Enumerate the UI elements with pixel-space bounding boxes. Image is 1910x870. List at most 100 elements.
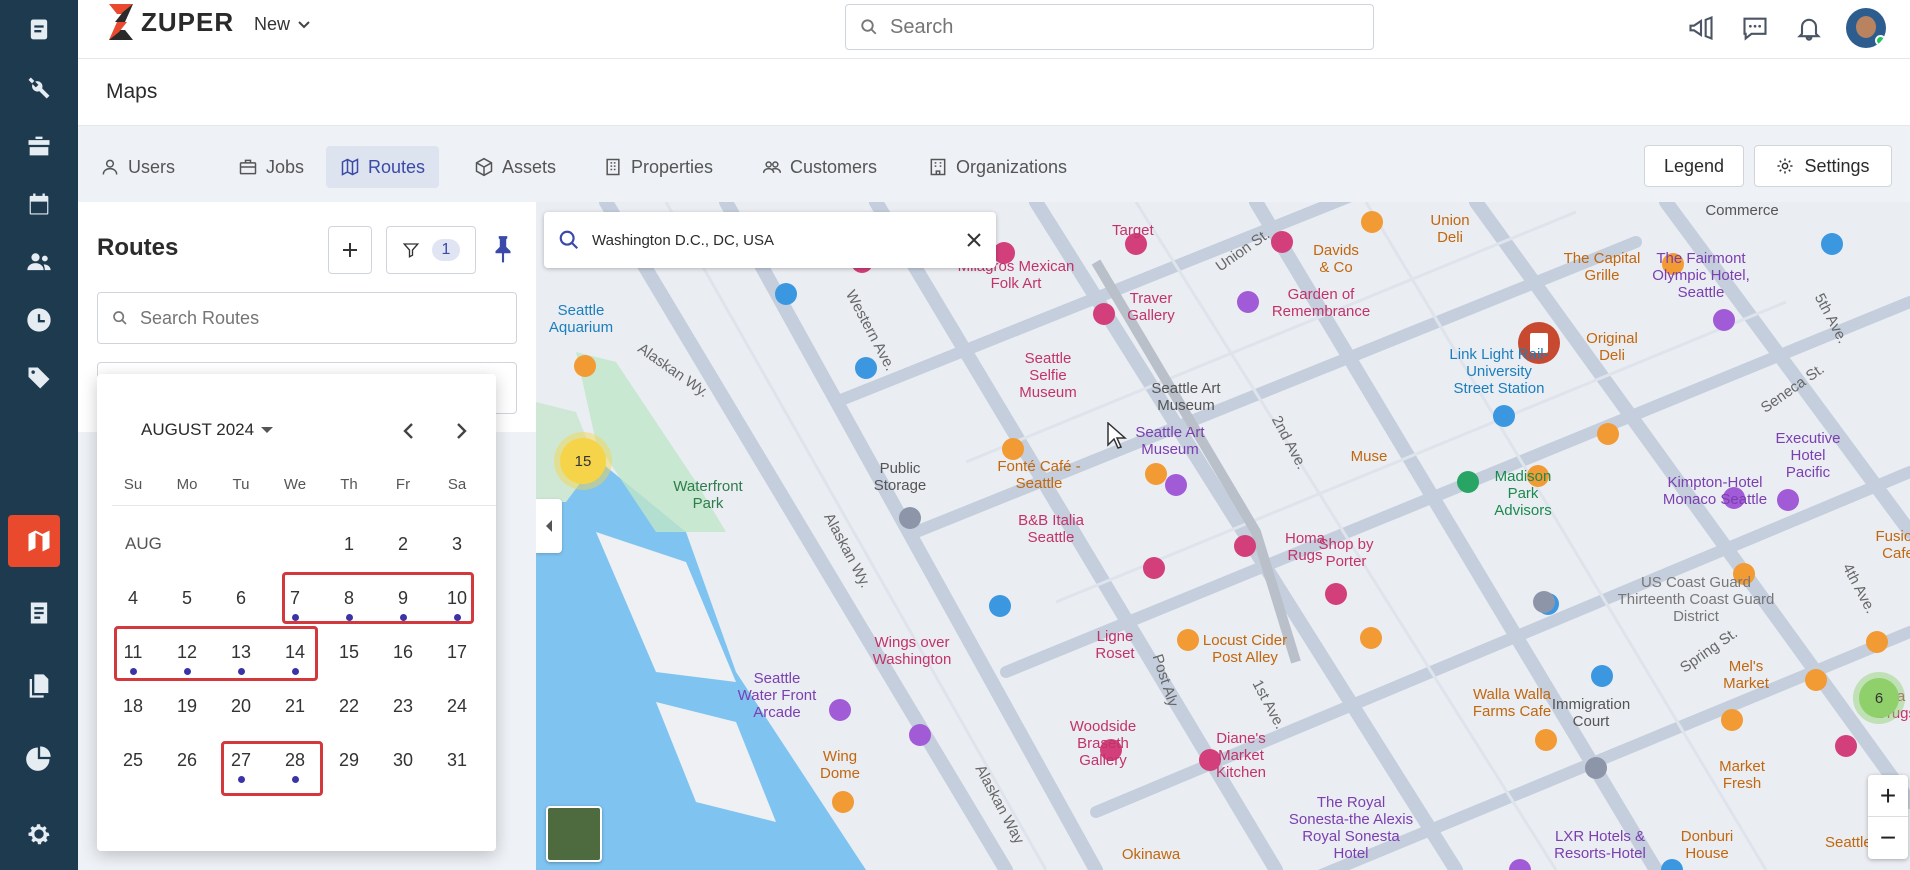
calendar-day[interactable]: 25 — [106, 750, 160, 794]
calendar-day[interactable]: 23 — [376, 696, 430, 740]
rail-inventory-icon[interactable] — [0, 118, 78, 174]
calendar-day[interactable]: 15 — [322, 642, 376, 686]
calendar-day[interactable]: 11 — [106, 642, 160, 686]
calendar-day[interactable]: 19 — [160, 696, 214, 740]
map-label: Union Deli — [1430, 212, 1470, 246]
tab-users[interactable]: Users — [86, 146, 189, 188]
tab-jobs[interactable]: Jobs — [224, 146, 318, 188]
calendar-day[interactable]: 13 — [214, 642, 268, 686]
calendar-day[interactable]: 2 — [376, 534, 430, 578]
global-search-box[interactable] — [845, 4, 1374, 50]
previous-month-button[interactable] — [393, 416, 423, 446]
rail-jobs-icon[interactable] — [0, 2, 78, 58]
zuper-logo[interactable]: ZUPER — [105, 2, 234, 42]
satellite-toggle[interactable] — [546, 806, 602, 862]
briefcase-icon — [239, 159, 257, 175]
map-cluster-marker[interactable]: 15 — [560, 438, 606, 484]
legend-button[interactable]: Legend — [1644, 145, 1744, 187]
announcement-icon[interactable] — [1674, 6, 1728, 50]
map-label: Muse — [1350, 448, 1388, 465]
calendar-day-number: 20 — [230, 696, 252, 716]
map-label: Wing Dome — [819, 748, 860, 782]
calendar-day-number: 12 — [176, 642, 198, 662]
pin-icon[interactable] — [490, 234, 516, 264]
calendar-day[interactable]: 7 — [268, 588, 322, 632]
filter-count-badge: 1 — [431, 239, 461, 261]
search-icon — [113, 311, 127, 325]
map-label: Fonté Café - Seattle — [997, 458, 1081, 492]
map-label: Seattle Selfie Museum — [1019, 350, 1077, 401]
calendar-day[interactable]: 5 — [160, 588, 214, 632]
calendar-day[interactable]: 28 — [268, 750, 322, 794]
calendar-day[interactable]: 31 — [430, 750, 484, 794]
calendar-day[interactable]: 16 — [376, 642, 430, 686]
tab-assets[interactable]: Assets — [460, 146, 570, 188]
calendar-day[interactable]: 8 — [322, 588, 376, 632]
rail-settings-icon[interactable] — [0, 806, 78, 862]
map-label: Waterfront Park — [673, 478, 743, 512]
calendar-day[interactable]: 6 — [214, 588, 268, 632]
calendar-day[interactable]: 1 — [322, 534, 376, 578]
next-month-button[interactable] — [447, 416, 477, 446]
rail-tools-icon[interactable] — [0, 60, 78, 116]
calendar-day-number: 14 — [284, 642, 306, 662]
calendar-day[interactable]: 20 — [214, 696, 268, 740]
new-dropdown-button[interactable]: New — [254, 14, 310, 35]
map-cluster-marker[interactable]: 6 — [1859, 678, 1899, 718]
route-search-box[interactable] — [97, 292, 517, 344]
tab-customers[interactable]: Customers — [748, 146, 891, 188]
calendar-day-number: 7 — [289, 588, 300, 608]
filter-button[interactable]: 1 — [386, 226, 476, 274]
calendar-day[interactable]: 18 — [106, 696, 160, 740]
map-location-search[interactable]: Washington D.C., DC, USA — [544, 212, 996, 268]
rail-timesheet-icon[interactable] — [0, 292, 78, 348]
calendar-day[interactable]: 29 — [322, 750, 376, 794]
rail-reports-icon[interactable] — [0, 730, 78, 786]
rail-invoice-icon[interactable] — [0, 585, 78, 641]
calendar-day[interactable]: 12 — [160, 642, 214, 686]
tab-routes[interactable]: Routes — [326, 146, 440, 188]
logo-text: ZUPER — [141, 6, 235, 37]
zoom-out-button[interactable]: − — [1868, 817, 1908, 859]
calendar-day[interactable]: 3 — [430, 534, 484, 578]
rail-customers-icon[interactable] — [0, 234, 78, 290]
rail-calendar-icon[interactable] — [0, 176, 78, 232]
route-indicator-dot — [399, 614, 407, 621]
notification-bell-icon[interactable] — [1782, 6, 1836, 50]
calendar-day[interactable]: 30 — [376, 750, 430, 794]
calendar-day[interactable]: 10 — [430, 588, 484, 632]
month-selector[interactable]: AUGUST 2024 — [141, 420, 274, 440]
calendar-day-number: 25 — [122, 750, 144, 770]
add-route-button[interactable] — [328, 226, 372, 274]
close-icon[interactable] — [966, 232, 982, 248]
settings-button[interactable]: Settings — [1754, 145, 1892, 187]
tab-properties[interactable]: Properties — [589, 146, 727, 188]
map-label: Seattle Aquarium — [548, 302, 614, 336]
calendar-day[interactable]: 22 — [322, 696, 376, 740]
collapse-panel-button[interactable] — [536, 499, 562, 553]
rail-tag-icon[interactable] — [0, 350, 78, 406]
calendar-day-number: 1 — [343, 534, 354, 554]
map-label: The Royal Sonesta-the Alexis Royal Sones… — [1288, 794, 1414, 862]
calendar-day[interactable]: 4 — [106, 588, 160, 632]
calendar-day[interactable]: 27 — [214, 750, 268, 794]
calendar-day[interactable]: 9 — [376, 588, 430, 632]
rail-maps-icon[interactable] — [0, 513, 78, 569]
tab-organizations[interactable]: Organizations — [914, 146, 1081, 188]
map-tabs: Users Jobs Routes Assets Properties Cust… — [78, 126, 1910, 202]
calendar-day-number: 17 — [446, 642, 468, 662]
route-search-input[interactable] — [140, 307, 500, 329]
user-avatar[interactable] — [1846, 8, 1886, 48]
calendar-day[interactable]: 17 — [430, 642, 484, 686]
calendar-day[interactable]: 26 — [160, 750, 214, 794]
zoom-in-button[interactable]: + — [1868, 775, 1908, 817]
map-view[interactable]: Target Union Deli Davids & Co The Capita… — [536, 202, 1910, 870]
calendar-day[interactable]: 24 — [430, 696, 484, 740]
tab-properties-label: Properties — [631, 156, 714, 177]
global-search-input[interactable] — [890, 15, 1330, 39]
calendar-day[interactable]: 21 — [268, 696, 322, 740]
calendar-day[interactable]: 14 — [268, 642, 322, 686]
chat-icon[interactable] — [1728, 6, 1782, 50]
calendar-day-number: 27 — [230, 750, 252, 770]
rail-documents-icon[interactable] — [0, 658, 78, 714]
